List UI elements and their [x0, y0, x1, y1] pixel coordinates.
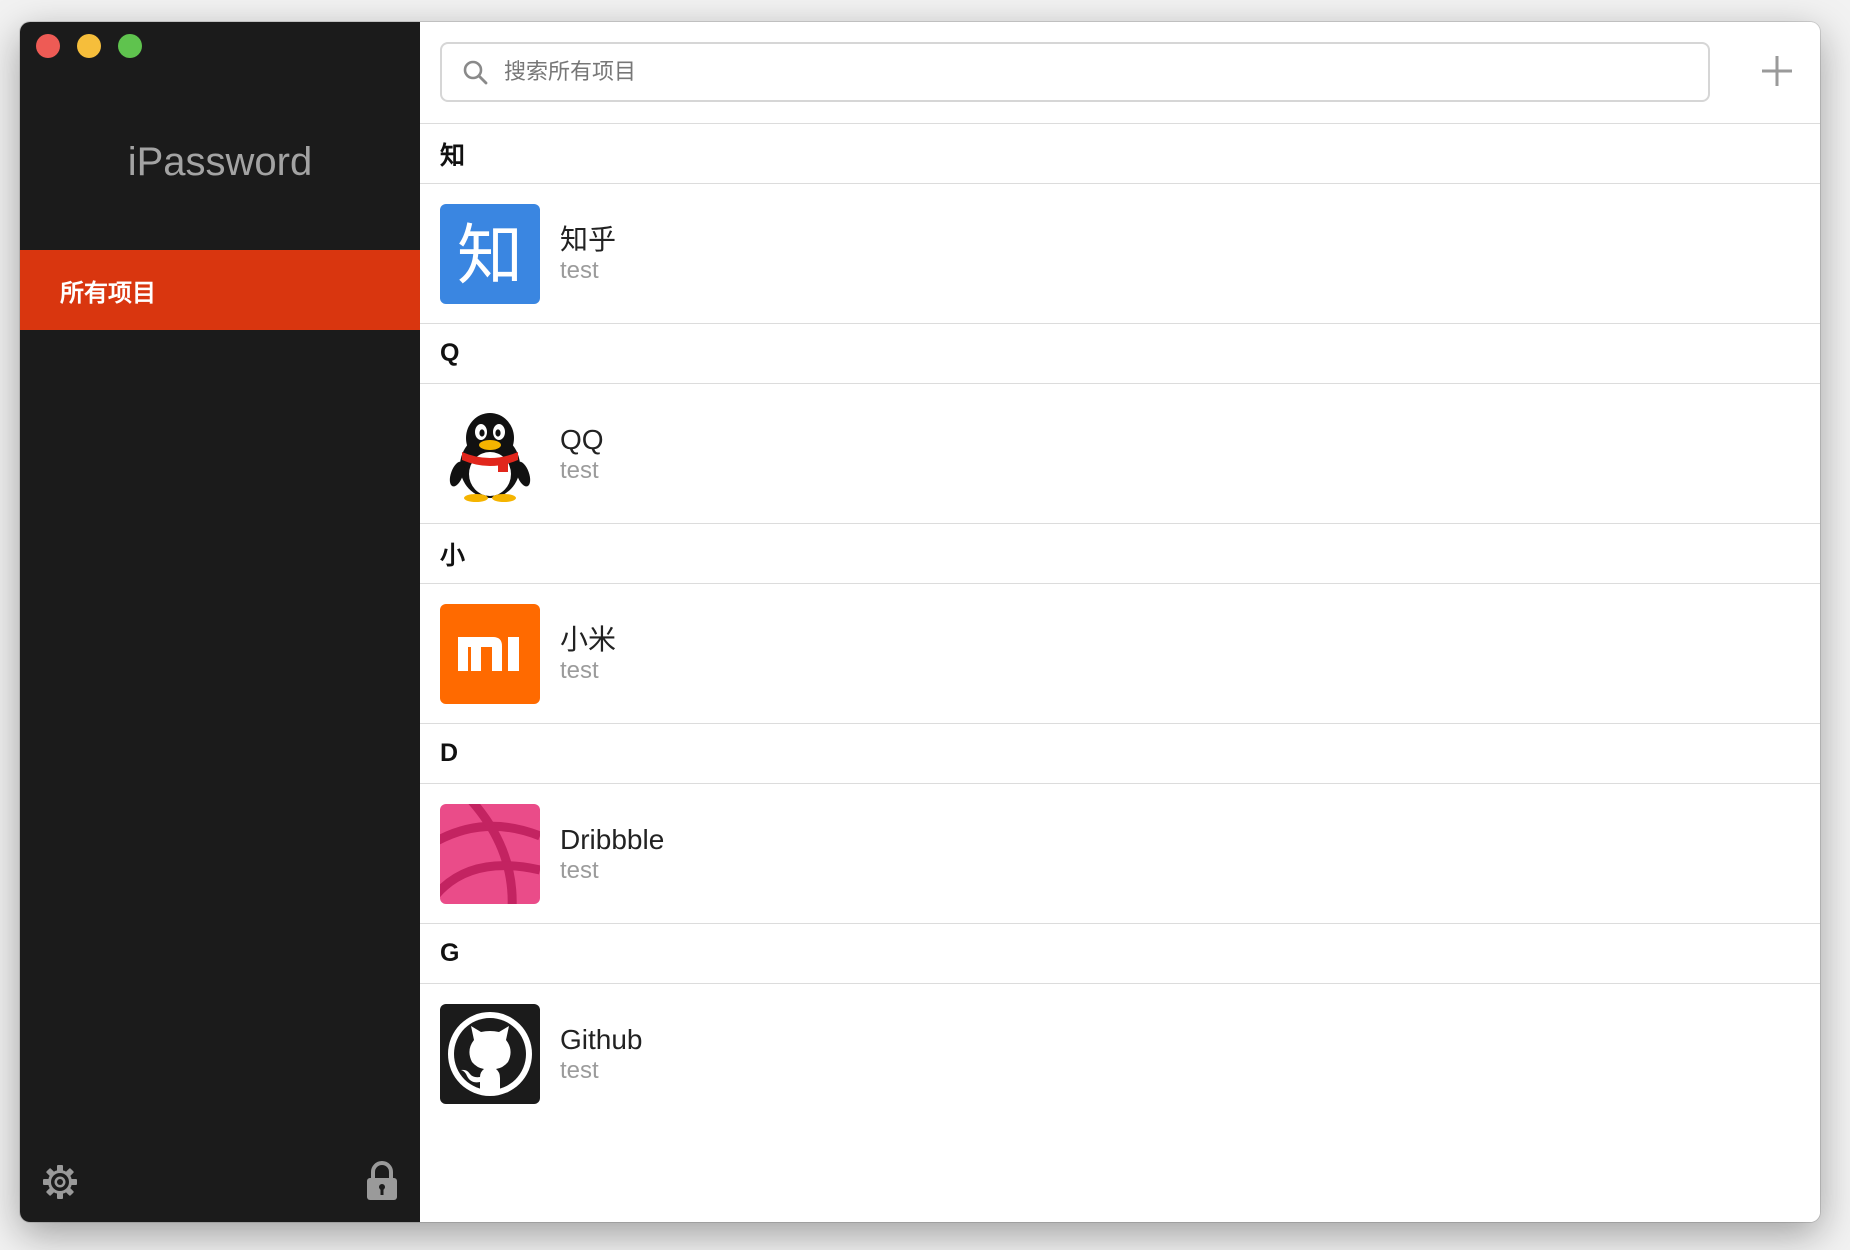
zhihu-logo-icon: 知: [440, 203, 540, 304]
gear-icon[interactable]: [40, 1162, 80, 1202]
github-logo-icon: [440, 1004, 540, 1104]
app-title: iPassword: [127, 140, 313, 184]
search-box[interactable]: [440, 42, 1710, 102]
item-name: 小米: [560, 623, 617, 655]
section-header: D: [420, 724, 1820, 784]
item-name: Dribbble: [560, 823, 665, 855]
section-header: Q: [420, 324, 1820, 384]
section-header: 小: [420, 524, 1820, 584]
main-panel: 知 知 知乎 test Q: [420, 22, 1820, 1222]
window-minimize-button[interactable]: [77, 34, 101, 58]
xiaomi-logo-icon: [440, 603, 540, 704]
item-list: 知 知 知乎 test Q QQ test 小 小米 test D Dribbb…: [420, 124, 1820, 1124]
section-header: G: [420, 924, 1820, 984]
toolbar: [420, 22, 1820, 124]
app-window: iPassword 所有项目 搜索所有项目 知 知 知乎 test Q QQ t…: [20, 22, 1820, 1222]
sidebar-item-all-items[interactable]: 所有项目: [20, 250, 420, 330]
search-icon: [463, 60, 488, 85]
search-input[interactable]: [502, 58, 1656, 86]
item-subtitle: test: [560, 256, 599, 284]
sidebar: iPassword 所有项目: [20, 22, 420, 1222]
lock-icon[interactable]: [364, 1160, 400, 1202]
section-header: 知: [420, 124, 1820, 184]
list-item[interactable]: QQ test: [420, 384, 1820, 524]
list-item[interactable]: Github test: [420, 984, 1820, 1124]
list-item[interactable]: 知 知乎 test: [420, 184, 1820, 324]
item-subtitle: test: [560, 656, 599, 684]
svg-text:知: 知: [457, 217, 523, 294]
window-close-button[interactable]: [36, 34, 60, 58]
dribbble-logo-icon: [440, 803, 540, 904]
sidebar-item-label: 所有项目: [60, 279, 156, 307]
qq-penguin-icon: [440, 403, 540, 504]
window-controls: [36, 34, 142, 58]
item-subtitle: test: [560, 1057, 599, 1084]
item-name: Github: [560, 1024, 643, 1055]
item-subtitle: test: [560, 856, 599, 884]
list-item[interactable]: Dribbble test: [420, 784, 1820, 924]
window-zoom-button[interactable]: [118, 34, 142, 58]
plus-icon[interactable]: [1760, 54, 1794, 88]
list-item[interactable]: 小米 test: [420, 584, 1820, 724]
item-subtitle: test: [560, 456, 599, 484]
item-name: QQ: [560, 423, 604, 455]
item-name: 知乎: [560, 223, 617, 255]
